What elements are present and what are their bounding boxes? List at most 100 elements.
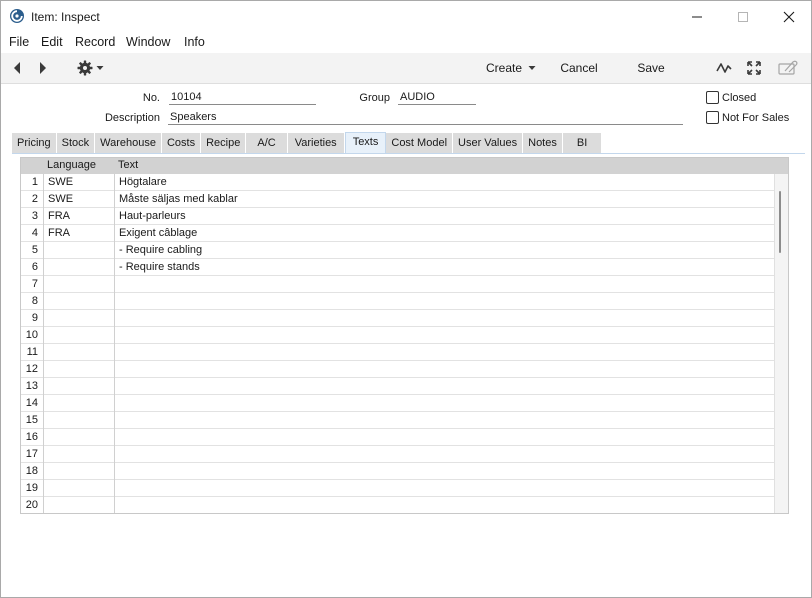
table-row[interactable]: 2 SWE Måste säljas med kablar (21, 191, 774, 208)
table-row[interactable]: 20 (21, 497, 774, 513)
table-row[interactable]: 16 (21, 429, 774, 446)
cancel-button[interactable]: Cancel (553, 53, 605, 83)
text-cell[interactable]: Haut-parleurs (119, 210, 186, 222)
row-number: 14 (25, 397, 38, 409)
text-cell[interactable]: Exigent câblage (119, 227, 197, 239)
minimize-icon (692, 16, 702, 17)
row-number: 20 (25, 499, 38, 511)
row-number: 6 (31, 261, 38, 273)
table-row[interactable]: 14 (21, 395, 774, 412)
row-number: 19 (25, 482, 38, 494)
table-row[interactable]: 13 (21, 378, 774, 395)
maximize-button[interactable] (720, 1, 766, 32)
not-for-sales-checkbox[interactable] (706, 111, 719, 124)
column-divider (114, 174, 115, 513)
table-row[interactable]: 9 (21, 310, 774, 327)
not-for-sales-label: Not For Sales (722, 112, 790, 124)
row-number: 12 (25, 363, 38, 375)
next-record-button[interactable] (33, 53, 53, 83)
tab-warehouse[interactable]: Warehouse (95, 133, 162, 153)
scrollbar-thumb[interactable] (779, 191, 781, 253)
no-label: No. (142, 92, 160, 104)
tab-cost-model[interactable]: Cost Model (386, 133, 454, 153)
group-field[interactable]: AUDIO (398, 91, 476, 105)
tab-texts[interactable]: Texts (344, 132, 387, 153)
no-field[interactable]: 10104 (169, 91, 316, 105)
save-label: Save (637, 61, 665, 75)
tab-costs[interactable]: Costs (161, 133, 202, 153)
row-number: 9 (31, 312, 38, 324)
table-row[interactable]: 5 - Require cabling (21, 242, 774, 259)
tab-bar: Pricing Stock Warehouse Costs Recipe A/C… (12, 132, 603, 153)
table-row[interactable]: 7 (21, 276, 774, 293)
table-row[interactable]: 15 (21, 412, 774, 429)
tab-bi[interactable]: BI (562, 133, 603, 153)
close-button[interactable] (766, 1, 812, 32)
previous-record-button[interactable] (7, 53, 27, 83)
chevron-down-icon (528, 66, 536, 70)
table-row[interactable]: 6 - Require stands (21, 259, 774, 276)
menu-record[interactable]: Record (75, 35, 115, 49)
table-row[interactable]: 12 (21, 361, 774, 378)
row-number: 1 (31, 176, 38, 188)
menu-bar: File Edit Record Window Info (1, 32, 811, 53)
grid-header: Language Text (21, 158, 788, 174)
row-number: 4 (31, 227, 38, 239)
table-row[interactable]: 10 (21, 327, 774, 344)
language-cell[interactable]: SWE (48, 176, 73, 188)
closed-checkbox[interactable] (706, 91, 719, 104)
row-number: 7 (31, 278, 38, 290)
operations-menu-button[interactable] (73, 53, 107, 83)
column-header-language[interactable]: Language (47, 159, 96, 171)
language-cell[interactable]: SWE (48, 193, 73, 205)
texts-grid: Language Text 1 SWE Högtalare 2 SWE Måste säl… (20, 157, 789, 514)
language-cell[interactable]: FRA (48, 210, 70, 222)
table-row[interactable]: 19 (21, 480, 774, 497)
app-logo-icon (10, 9, 24, 23)
language-cell[interactable]: FRA (48, 227, 70, 239)
activity-button[interactable] (714, 53, 734, 83)
description-field[interactable]: Speakers (168, 111, 683, 125)
window-title: Item: Inspect (31, 10, 100, 24)
tab-notes[interactable]: Notes (523, 133, 563, 153)
column-header-text[interactable]: Text (118, 159, 138, 171)
attachment-icon (778, 60, 798, 75)
title-bar: Item: Inspect (1, 1, 811, 32)
group-label: Group (359, 92, 390, 104)
arrow-right-icon (40, 62, 46, 74)
menu-info[interactable]: Info (184, 35, 205, 49)
row-number: 8 (31, 295, 38, 307)
text-cell[interactable]: - Require cabling (119, 244, 202, 256)
row-number: 15 (25, 414, 38, 426)
tab-stock[interactable]: Stock (56, 133, 96, 153)
table-row[interactable]: 3 FRA Haut-parleurs (21, 208, 774, 225)
arrow-left-icon (14, 62, 20, 74)
text-cell[interactable]: Högtalare (119, 176, 167, 188)
text-cell[interactable]: Måste säljas med kablar (119, 193, 238, 205)
vertical-scrollbar[interactable] (774, 174, 788, 513)
text-cell[interactable]: - Require stands (119, 261, 200, 273)
save-button[interactable]: Save (629, 53, 673, 83)
table-row[interactable]: 18 (21, 463, 774, 480)
table-row[interactable]: 8 (21, 293, 774, 310)
create-menu-button[interactable]: Create (481, 53, 541, 83)
menu-window[interactable]: Window (126, 35, 170, 49)
menu-file[interactable]: File (9, 35, 29, 49)
tab-varieties[interactable]: Varieties (287, 133, 345, 153)
expand-button[interactable] (744, 53, 764, 83)
table-row[interactable]: 11 (21, 344, 774, 361)
tab-ac[interactable]: A/C (246, 133, 288, 153)
chevron-down-icon (96, 66, 103, 70)
table-row[interactable]: 17 (21, 446, 774, 463)
attachments-button[interactable] (777, 53, 799, 83)
table-row[interactable]: 4 FRA Exigent câblage (21, 225, 774, 242)
description-label: Description (104, 112, 160, 124)
row-number: 11 (26, 346, 38, 358)
tab-pricing[interactable]: Pricing (12, 133, 57, 153)
menu-edit[interactable]: Edit (41, 35, 63, 49)
tab-divider (12, 153, 805, 154)
tab-user-values[interactable]: User Values (453, 133, 524, 153)
tab-recipe[interactable]: Recipe (201, 133, 247, 153)
table-row[interactable]: 1 SWE Högtalare (21, 174, 774, 191)
minimize-button[interactable] (674, 1, 720, 32)
